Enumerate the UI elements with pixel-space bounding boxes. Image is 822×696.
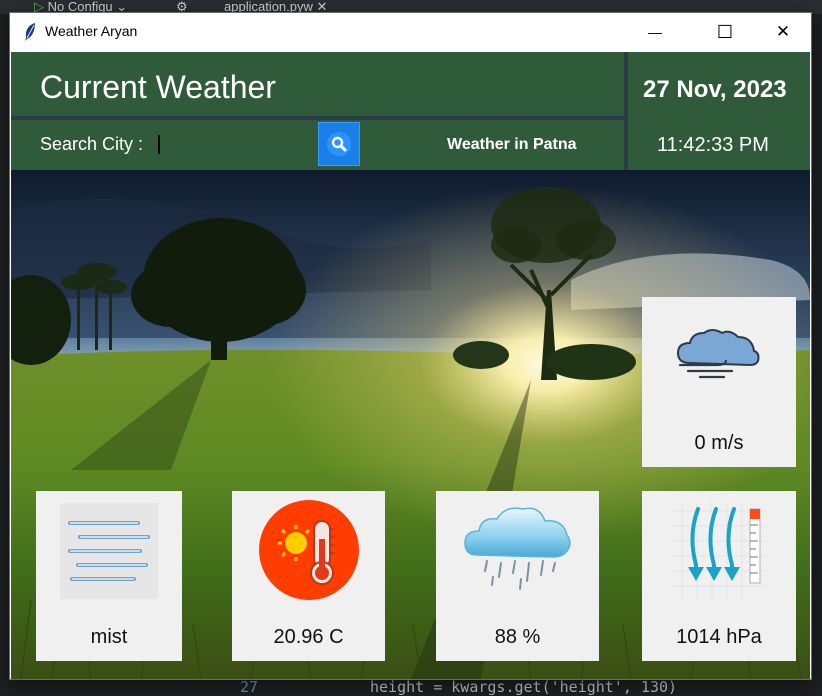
search-label: Search City : <box>40 134 144 154</box>
thermometer-sun-icon <box>259 500 359 600</box>
temperature-card: 20.96 C <box>232 491 385 661</box>
search-icon <box>327 132 351 156</box>
ide-line-number: 27 <box>240 678 259 696</box>
feather-icon <box>25 23 35 41</box>
minimize-icon: — <box>648 24 662 40</box>
maximize-icon: ☐ <box>716 21 734 42</box>
search-button[interactable] <box>318 122 360 166</box>
ide-code-line: height = kwargs.get('height', 130) <box>370 678 678 696</box>
page-title: Current Weather <box>40 69 276 105</box>
search-input[interactable] <box>155 132 319 158</box>
text-caret <box>158 135 160 154</box>
app-client-area: Current Weather Search City : Weather in… <box>11 52 810 679</box>
wind-card: 0 m/s <box>642 297 796 467</box>
rain-cloud-icon <box>464 507 571 590</box>
humidity-card: 88 % <box>436 491 599 661</box>
window-title: Weather Aryan <box>45 23 138 39</box>
mist-icon <box>60 503 158 599</box>
title-bar[interactable]: Weather Aryan — ☐ ✕ <box>10 13 811 51</box>
date-display: 27 Nov, 2023 <box>643 76 787 103</box>
weather-description-value: mist <box>90 626 128 648</box>
close-icon: ✕ <box>775 22 791 41</box>
wind-cloud-icon <box>676 329 760 379</box>
humidity-value: 88 % <box>494 626 541 648</box>
time-display: 11:42:33 PM <box>657 134 769 156</box>
pressure-card: 1014 hPa <box>642 491 796 661</box>
pressure-gauge-icon <box>672 501 766 601</box>
app-window: Weather Aryan — ☐ ✕ Current Weather Sear… <box>9 12 812 680</box>
temperature-value: 20.96 C <box>273 626 344 648</box>
location-label: Weather in Patna <box>447 136 577 153</box>
minimize-button[interactable]: — <box>632 13 678 51</box>
description-card: mist <box>36 491 182 661</box>
wind-speed-value: 0 m/s <box>694 432 744 454</box>
close-button[interactable]: ✕ <box>760 13 806 51</box>
maximize-button[interactable]: ☐ <box>702 13 748 51</box>
pressure-value: 1014 hPa <box>676 626 762 648</box>
